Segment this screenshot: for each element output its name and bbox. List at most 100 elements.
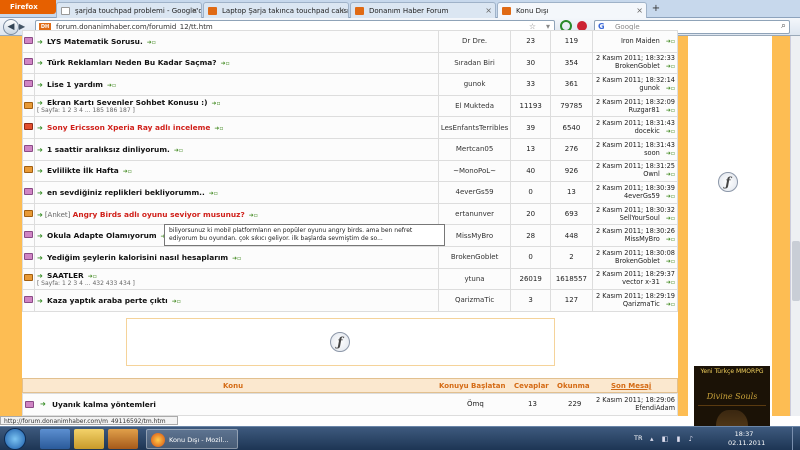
table-row[interactable]: ➜ Lise 1 yardım ➜▫ gunok 33 361 2 Kasım 2011;… bbox=[22, 73, 679, 96]
go-to-last-icon[interactable]: ➜▫ bbox=[666, 128, 675, 135]
last-post-user[interactable]: vector x-31 ➜▫ bbox=[595, 278, 675, 287]
last-post-username[interactable]: Ownl bbox=[643, 170, 660, 178]
topic-starter[interactable]: ~MonoPoL~ bbox=[437, 159, 512, 183]
last-post-user[interactable]: Ownl ➜▫ bbox=[595, 170, 675, 179]
topic-starter[interactable]: Dr Dre. bbox=[437, 30, 512, 53]
search-icon[interactable]: ⌕ bbox=[781, 21, 786, 31]
show-desktop-button[interactable] bbox=[792, 427, 800, 450]
tab-forum[interactable]: Donanım Haber Forum × bbox=[350, 2, 496, 18]
go-to-last-icon[interactable]: ➜▫ bbox=[88, 273, 97, 280]
new-post-arrow-icon[interactable]: ➜ bbox=[37, 59, 43, 67]
go-to-last-icon[interactable]: ➜▫ bbox=[666, 215, 675, 222]
topic-title[interactable]: SAATLER bbox=[47, 271, 84, 280]
table-row[interactable]: ➜ Evlilikte İlk Hafta ➜▫ ~MonoPoL~ 40 926 2 K… bbox=[22, 159, 679, 183]
go-to-last-icon[interactable]: ➜▫ bbox=[123, 168, 132, 175]
go-to-last-icon[interactable]: ➜▫ bbox=[666, 301, 675, 308]
go-to-last-icon[interactable]: ➜▫ bbox=[666, 63, 675, 70]
header-replies[interactable]: Cevaplar bbox=[514, 382, 549, 390]
back-button[interactable]: ◀ bbox=[3, 19, 19, 35]
header-topic[interactable]: Konu bbox=[223, 382, 243, 390]
page-scrollbar[interactable] bbox=[790, 36, 800, 416]
go-to-last-icon[interactable]: ➜▫ bbox=[666, 171, 675, 178]
go-to-last-icon[interactable]: ➜▫ bbox=[666, 150, 675, 157]
topic-title[interactable]: Yediğim şeylerin kalorisini nasıl hesapl… bbox=[47, 253, 228, 262]
new-post-arrow-icon[interactable]: ➜ bbox=[37, 297, 43, 305]
last-post-username[interactable]: BrokenGoblet bbox=[615, 257, 660, 265]
header-views[interactable]: Okunma bbox=[557, 382, 590, 390]
last-post-user[interactable]: EfendiAdam bbox=[596, 404, 675, 412]
go-to-last-icon[interactable]: ➜▫ bbox=[209, 190, 218, 197]
topic-starter[interactable]: QarizmaTic bbox=[437, 289, 512, 312]
close-icon[interactable]: × bbox=[636, 6, 643, 15]
topic-starter[interactable]: gunok bbox=[437, 73, 512, 96]
topic-starter[interactable]: Mertcan05 bbox=[437, 137, 512, 161]
last-post-username[interactable]: gunok bbox=[639, 84, 659, 92]
new-post-arrow-icon[interactable]: ➜ bbox=[37, 99, 43, 107]
last-post-user[interactable]: BrokenGoblet ➜▫ bbox=[595, 62, 675, 71]
go-to-last-icon[interactable]: ➜▫ bbox=[249, 212, 258, 219]
last-post-username[interactable]: SellYourSoul bbox=[620, 214, 660, 222]
close-icon[interactable]: × bbox=[338, 6, 345, 15]
topic-pager[interactable]: [ Sayfa: 1 2 3 4 ... 432 433 434 ] bbox=[37, 280, 436, 287]
table-row[interactable]: ➜ Kaza yaptık araba perte çıktı ➜▫ Qarizma… bbox=[22, 289, 679, 312]
go-to-last-icon[interactable]: ➜▫ bbox=[107, 82, 116, 89]
new-post-arrow-icon[interactable]: ➜ bbox=[40, 400, 46, 408]
last-post-username[interactable]: Iron Maiden bbox=[621, 37, 660, 45]
topic-title[interactable]: Türk Reklamları Neden Bu Kadar Saçma? bbox=[47, 58, 217, 67]
last-post-user[interactable]: docekic ➜▫ bbox=[595, 127, 675, 136]
new-post-arrow-icon[interactable]: ➜ bbox=[37, 81, 43, 89]
media-player-icon[interactable] bbox=[108, 429, 138, 449]
last-post-user[interactable]: gunok ➜▫ bbox=[595, 84, 675, 93]
last-post-user[interactable]: Iron Maiden ➜▫ bbox=[595, 37, 675, 46]
topic-pager[interactable]: [ Sayfa: 1 2 3 4 ... 185 186 187 ] bbox=[37, 107, 436, 114]
new-post-arrow-icon[interactable]: ➜ bbox=[37, 124, 43, 132]
topic-starter[interactable]: ertanunver bbox=[437, 202, 512, 226]
topic-starter[interactable]: Sıradan Biri bbox=[437, 51, 512, 75]
topic-starter[interactable]: MissMyBro bbox=[437, 224, 512, 247]
table-row[interactable]: ➜ en sevdiğiniz replikleri bekliyorumm..… bbox=[22, 181, 679, 204]
new-post-arrow-icon[interactable]: ➜ bbox=[37, 146, 43, 154]
last-post-username[interactable]: vector x-31 bbox=[622, 278, 660, 286]
ie-icon[interactable] bbox=[40, 429, 70, 449]
last-post-username[interactable]: QarizmaTic bbox=[623, 300, 660, 308]
topic-starter[interactable]: 4everGs59 bbox=[437, 181, 512, 204]
table-row[interactable]: ➜ Yediğim şeylerin kalorisini nasıl hesa… bbox=[22, 245, 679, 269]
topic-title[interactable]: Lise 1 yardım bbox=[47, 80, 103, 89]
topic-starter[interactable]: LesEnfantsTerribles bbox=[437, 116, 512, 139]
table-row[interactable]: ➜ Sony Ericsson Xperia Ray adlı inceleme… bbox=[22, 116, 679, 139]
flash-plugin-icon[interactable]: ƒ bbox=[330, 332, 350, 352]
tray-icons[interactable]: ▴ ◧ ▮ ♪ bbox=[650, 435, 696, 443]
go-to-last-icon[interactable]: ➜▫ bbox=[147, 39, 156, 46]
new-post-arrow-icon[interactable]: ➜ bbox=[37, 167, 43, 175]
last-post-username[interactable]: docekic bbox=[635, 127, 660, 135]
topic-starter[interactable]: BrokenGoblet bbox=[437, 245, 512, 269]
topic-title[interactable]: LYS Matematik Sorusu. bbox=[47, 37, 143, 46]
tab-google[interactable]: şarjda touchpad problemi - Google'd... × bbox=[56, 2, 202, 18]
table-row[interactable]: ➜ Ekran Kartı Sevenler Sohbet Konusu :) ➜… bbox=[22, 94, 679, 118]
go-to-last-icon[interactable]: ➜▫ bbox=[666, 38, 675, 45]
topic-title[interactable]: Kaza yaptık araba perte çıktı bbox=[47, 296, 168, 305]
go-to-last-icon[interactable]: ➜▫ bbox=[666, 85, 675, 92]
last-post-user[interactable]: QarizmaTic ➜▫ bbox=[595, 300, 675, 309]
last-post-user[interactable]: soon ➜▫ bbox=[595, 149, 675, 158]
folder-icon[interactable] bbox=[74, 429, 104, 449]
go-to-last-icon[interactable]: ➜▫ bbox=[666, 193, 675, 200]
table-row[interactable]: ➜ Türk Reklamları Neden Bu Kadar Saçma? ➜… bbox=[22, 51, 679, 75]
go-to-last-icon[interactable]: ➜▫ bbox=[666, 279, 675, 286]
taskbar-firefox-button[interactable]: Konu Dışı - Mozil... bbox=[146, 429, 238, 449]
topic-starter[interactable]: Ömq bbox=[467, 400, 484, 408]
last-post-user[interactable]: Ruzgar81 ➜▫ bbox=[595, 106, 675, 115]
go-to-last-icon[interactable]: ➜▫ bbox=[174, 147, 183, 154]
topic-title[interactable]: Uyanık kalma yöntemleri bbox=[52, 400, 156, 409]
table-row[interactable]: ➜ [Anket] Angry Birds adlı oyunu seviyor … bbox=[22, 202, 679, 226]
tab-laptop[interactable]: Laptop Şarja takınca touchpad calısm... … bbox=[203, 2, 349, 18]
topic-title[interactable]: Angry Birds adlı oyunu seviyor musunuz? bbox=[73, 210, 245, 219]
last-post-username[interactable]: MissMyBro bbox=[625, 235, 660, 243]
last-post-username[interactable]: soon bbox=[644, 149, 660, 157]
last-post-username[interactable]: BrokenGoblet bbox=[615, 62, 660, 70]
header-starter[interactable]: Konuyu Başlatan bbox=[439, 382, 505, 390]
go-to-last-icon[interactable]: ➜▫ bbox=[221, 60, 230, 67]
close-icon[interactable]: × bbox=[485, 6, 492, 15]
topic-starter[interactable]: El Mukteda bbox=[437, 94, 512, 118]
topic-title[interactable]: Sony Ericsson Xperia Ray adlı inceleme bbox=[47, 123, 210, 132]
